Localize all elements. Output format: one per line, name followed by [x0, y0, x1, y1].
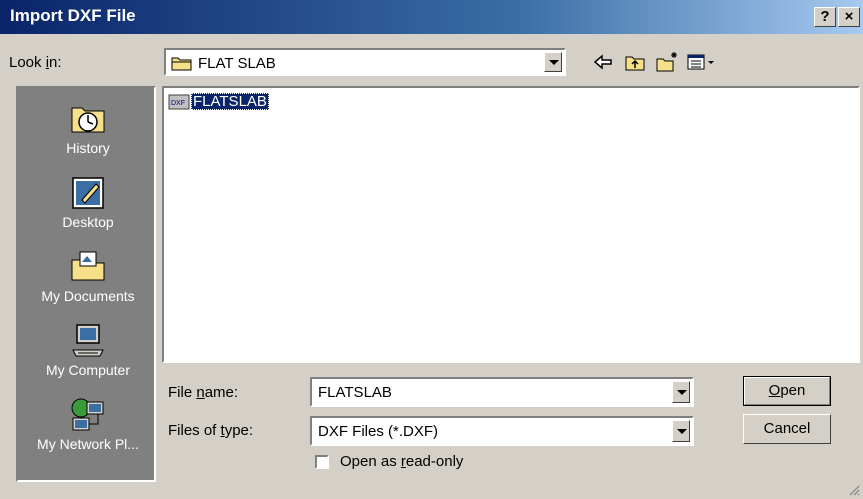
my-documents-icon [71, 251, 105, 281]
chevron-down-icon [549, 60, 559, 65]
place-history[interactable]: History [18, 98, 158, 156]
folder-icon [171, 57, 192, 71]
place-label: My Network Pl... [37, 436, 139, 452]
back-arrow-icon [593, 54, 612, 70]
file-type-dropdown-button[interactable] [672, 420, 690, 442]
place-my-computer[interactable]: My Computer [18, 320, 158, 378]
chevron-down-icon [677, 390, 687, 395]
look-in-value: FLAT SLAB [198, 55, 276, 72]
places-bar: History Desktop My Documents My Computer… [16, 86, 156, 482]
desktop-icon [72, 177, 104, 209]
new-folder-button[interactable] [655, 50, 679, 74]
dxf-file-icon: DXF [168, 94, 190, 109]
views-menu-icon [687, 54, 714, 70]
resize-grip-icon[interactable] [848, 484, 860, 496]
window-title: Import DXF File [10, 6, 136, 25]
up-folder-icon [625, 56, 645, 71]
file-name-input[interactable]: FLATSLAB [310, 377, 694, 407]
place-desktop[interactable]: Desktop [18, 172, 158, 230]
place-label: Desktop [62, 214, 114, 230]
look-in-dropdown-button[interactable] [544, 52, 562, 72]
chevron-down-icon [677, 429, 687, 434]
list-item[interactable]: DXF FLATSLAB [168, 93, 269, 110]
up-folder-button[interactable] [623, 50, 647, 74]
file-type-select[interactable]: DXF Files (*.DXF) [310, 416, 694, 446]
file-badge: DXF [171, 100, 185, 107]
file-type-value: DXF Files (*.DXF) [318, 423, 438, 440]
help-button[interactable]: ? [814, 7, 836, 27]
import-dxf-dialog: Import DXF File ? × Look in: FLAT SLAB H… [0, 0, 863, 499]
file-type-label: Files of type: [168, 422, 254, 439]
file-name-label: File name: [168, 384, 239, 401]
read-only-label[interactable]: Open as read-only [340, 453, 463, 470]
my-computer-icon [72, 324, 104, 357]
network-places-icon [71, 398, 104, 431]
place-label: My Documents [41, 288, 135, 304]
place-my-documents[interactable]: My Documents [18, 246, 158, 304]
file-name-value: FLATSLAB [318, 384, 392, 401]
views-menu-button[interactable] [686, 50, 718, 74]
file-name-dropdown-button[interactable] [672, 381, 690, 403]
back-button[interactable] [591, 50, 615, 74]
place-label: My Computer [45, 362, 131, 378]
cancel-button[interactable]: Cancel [743, 414, 831, 444]
look-in-label: Look in: [9, 54, 62, 71]
file-list[interactable]: DXF FLATSLAB [162, 86, 860, 363]
look-in-combo[interactable]: FLAT SLAB [164, 48, 566, 76]
read-only-checkbox[interactable] [315, 455, 329, 469]
history-icon [71, 107, 105, 133]
title-bar[interactable]: Import DXF File ? × [0, 0, 863, 34]
close-button[interactable]: × [838, 7, 860, 27]
new-folder-icon [656, 52, 677, 72]
file-name: FLATSLAB [191, 93, 269, 110]
place-label: History [66, 140, 110, 156]
place-network[interactable]: My Network Pl... [18, 394, 158, 452]
open-button[interactable]: Open [743, 376, 831, 406]
